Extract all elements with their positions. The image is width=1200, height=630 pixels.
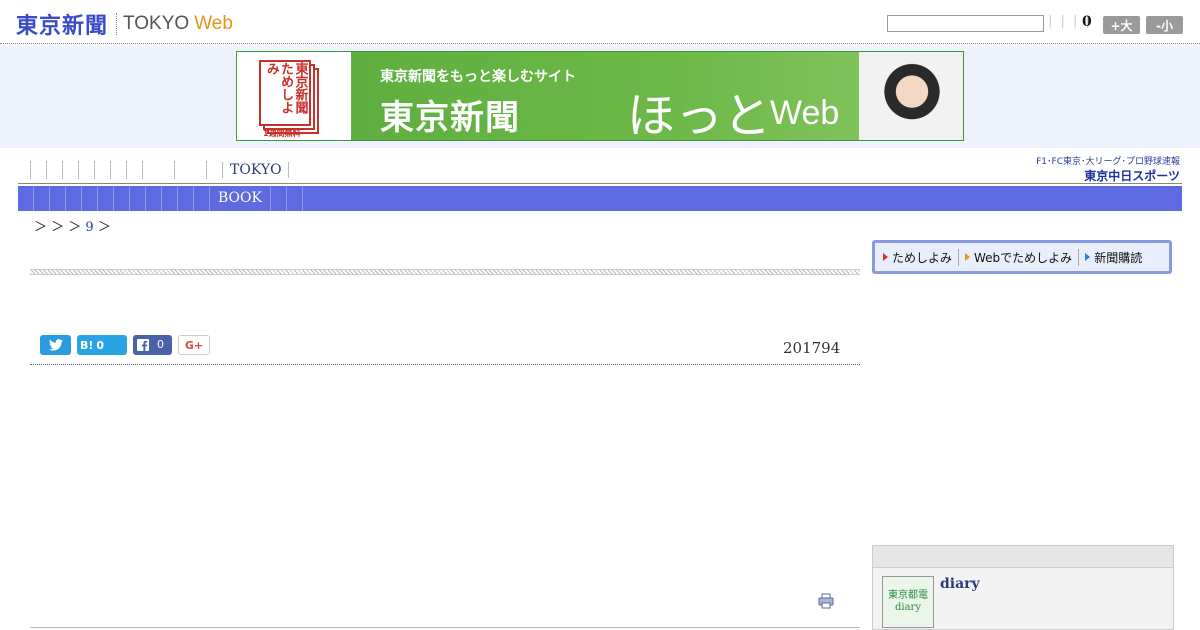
banner-tagline: 東京新聞をもっと楽しむサイト	[380, 69, 576, 85]
banner-web: Web	[770, 94, 840, 132]
nav-divider	[18, 183, 1182, 184]
diary-thumbnail[interactable]: 東京都電 diary	[882, 576, 934, 628]
header-count: 0	[1082, 14, 1092, 30]
category-item[interactable]	[34, 186, 50, 211]
arrow-icon	[1085, 253, 1091, 261]
nav-item[interactable]	[46, 161, 62, 179]
facebook-count: 0	[153, 337, 168, 353]
category-item[interactable]	[271, 186, 287, 211]
chunichi-sports-link[interactable]: F1･FC東京･大リーグ･プロ野球速報 東京中日スポーツ	[1025, 154, 1180, 184]
site-logo[interactable]: 東京新聞 TOKYO Web	[16, 8, 233, 40]
article-header-rule	[30, 364, 860, 365]
facebook-share-button[interactable]: 0	[133, 335, 172, 355]
nav-item[interactable]	[174, 161, 206, 179]
banner-hotto: ほっと	[627, 88, 772, 141]
article-date: 201794	[783, 339, 841, 357]
nav-item[interactable]	[94, 161, 110, 179]
banner-book-area: 東京新聞 ためしよみ 1週間無料	[237, 52, 351, 140]
google-plus-button[interactable]: G+	[178, 335, 210, 355]
nav-item[interactable]	[126, 161, 142, 179]
nav-item[interactable]	[78, 161, 94, 179]
nav-item[interactable]	[142, 161, 174, 179]
category-item[interactable]	[114, 186, 130, 211]
category-item[interactable]	[82, 186, 98, 211]
link-web-trial[interactable]: Webでためしよみ	[958, 248, 1078, 266]
category-item[interactable]	[178, 186, 194, 211]
font-size-up-button[interactable]: +大	[1103, 16, 1140, 34]
logo-english: TOKYO	[123, 13, 190, 34]
section-nav: TOKYO	[30, 160, 289, 180]
trial-book-icon: 東京新聞 ためしよみ	[259, 60, 311, 126]
nav-item[interactable]	[110, 161, 126, 179]
category-item[interactable]	[98, 186, 114, 211]
hotto-web-banner[interactable]: 東京新聞 ためしよみ 1週間無料 東京新聞をもっと楽しむサイト 東京新聞 ほっと…	[236, 51, 964, 141]
category-item[interactable]	[130, 186, 146, 211]
category-item[interactable]	[287, 186, 303, 211]
font-size-down-button[interactable]: -小	[1146, 16, 1183, 34]
banner-title: 東京新聞	[380, 98, 520, 138]
logo-web: Web	[194, 13, 233, 34]
breadcrumb-suffix: ＞	[97, 220, 111, 235]
sports-tagline: F1･FC東京･大リーグ･プロ野球速報	[1036, 157, 1180, 167]
nav-item[interactable]	[62, 161, 78, 179]
nav-item[interactable]	[30, 161, 46, 179]
sports-name: 東京中日スポーツ	[1084, 169, 1180, 183]
sidebar-box-header	[873, 546, 1173, 568]
breadcrumb-link[interactable]: 9	[85, 220, 93, 235]
category-item[interactable]	[18, 186, 34, 211]
site-header: 東京新聞 TOKYO Web | | | | 0 +大 -小	[0, 0, 1200, 44]
logo-divider	[116, 13, 118, 35]
logo-japanese: 東京新聞	[16, 14, 109, 39]
banner-model-photo	[859, 52, 963, 140]
breadcrumb: ＞ ＞ ＞ 9 ＞	[34, 216, 111, 235]
link-trial[interactable]: ためしよみ	[883, 249, 958, 266]
article-title-rule	[30, 269, 860, 275]
category-item[interactable]	[50, 186, 66, 211]
banner-free-label: 1週間無料	[263, 129, 301, 138]
nav-item-tokyo[interactable]: TOKYO	[222, 162, 289, 178]
article-bottom-rule	[30, 627, 860, 628]
hatena-bookmark-button[interactable]: B! 0	[77, 335, 127, 355]
arrow-icon	[965, 253, 971, 261]
category-item[interactable]	[162, 186, 178, 211]
diary-link[interactable]: diary	[940, 576, 980, 592]
facebook-icon	[133, 335, 153, 355]
printer-icon[interactable]	[818, 593, 834, 609]
category-bar: BOOK	[18, 186, 1182, 211]
twitter-share-button[interactable]	[40, 335, 71, 355]
category-item[interactable]	[146, 186, 162, 211]
breadcrumb-prefix: ＞ ＞ ＞	[34, 220, 82, 235]
sidebar-box: 東京都電 diary diary	[872, 545, 1174, 630]
twitter-icon	[48, 339, 63, 351]
nav-item[interactable]	[206, 161, 222, 179]
category-item[interactable]	[194, 186, 210, 211]
hatena-icon: B!	[80, 338, 94, 352]
link-subscribe[interactable]: 新聞購読	[1078, 248, 1148, 266]
category-item-book[interactable]: BOOK	[210, 186, 271, 211]
arrow-icon	[883, 253, 888, 261]
search-input[interactable]	[887, 15, 1044, 32]
subscription-links: ためしよみ Webでためしよみ 新聞購読	[872, 240, 1172, 274]
hatena-count: 0	[96, 338, 105, 352]
category-item[interactable]	[66, 186, 82, 211]
